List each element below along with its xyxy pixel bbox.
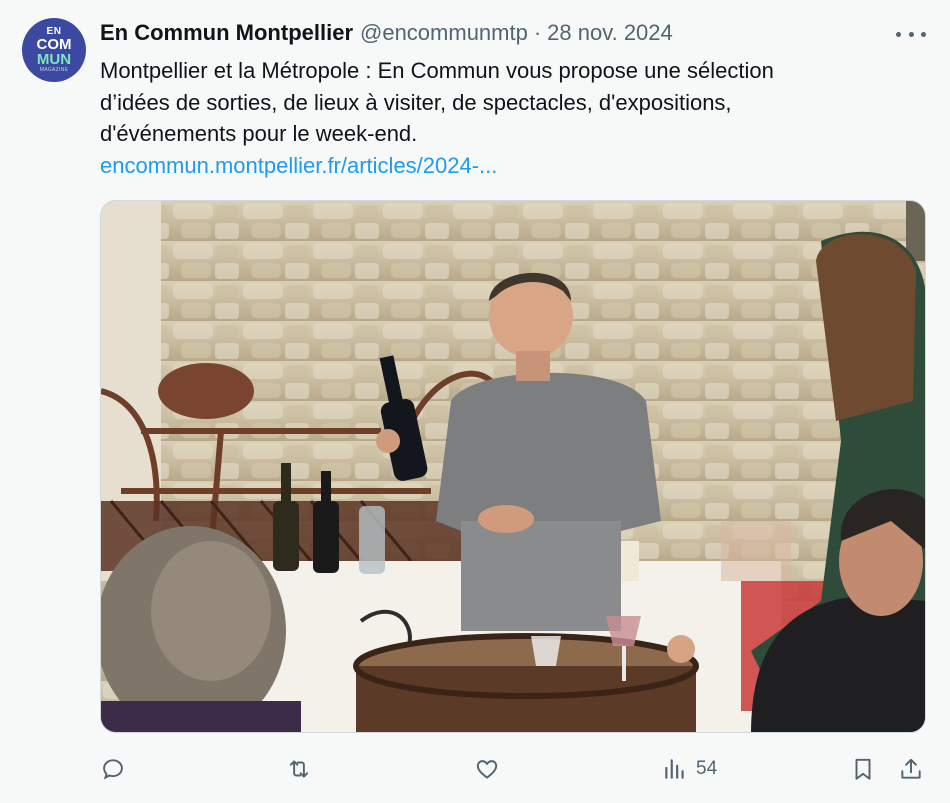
tweet-header: En Commun Montpellier @encommunmtp · 28 … xyxy=(100,20,673,48)
bookmark-button[interactable] xyxy=(850,752,876,786)
tweet-text-line: d'événements pour le week-end. xyxy=(100,121,418,146)
share-button[interactable] xyxy=(898,752,924,786)
views-button[interactable]: 54 xyxy=(662,752,717,786)
bookmark-icon xyxy=(855,758,871,780)
avatar-text-mun: MUN xyxy=(36,51,72,68)
tweet-photo[interactable] xyxy=(100,200,926,733)
share-icon xyxy=(901,758,921,779)
header-separator: · xyxy=(533,20,542,45)
more-options-icon[interactable] xyxy=(896,22,926,46)
more-dot xyxy=(896,31,901,37)
tweet-date[interactable]: 28 nov. 2024 xyxy=(547,20,673,46)
tweet-text-line: d’idées de sorties, de lieux à visiter, … xyxy=(100,89,732,115)
like-button[interactable] xyxy=(474,752,500,786)
article-link[interactable]: encommun.montpellier.fr/articles/2024-..… xyxy=(100,153,497,178)
more-dot xyxy=(921,31,926,37)
photo-wine-tasting-icon xyxy=(101,201,925,732)
tweet-text-line: Montpellier et la Métropole : En Commun … xyxy=(100,58,774,83)
views-chart-icon xyxy=(665,759,684,779)
reply-button[interactable] xyxy=(100,752,126,786)
retweet-button[interactable] xyxy=(286,752,312,786)
avatar-text-com: COM xyxy=(36,36,72,53)
author-name[interactable]: En Commun Montpellier xyxy=(100,20,353,46)
reply-icon xyxy=(103,759,123,780)
tweet-text: Montpellier et la Métropole : En Commun … xyxy=(100,55,920,181)
retweet-icon xyxy=(289,760,309,778)
tweet-card[interactable]: EN COM MUN MAGAZINE En Commun Montpellie… xyxy=(0,0,950,803)
heart-icon xyxy=(476,760,498,779)
author-handle[interactable]: @encommunmtp xyxy=(360,20,528,46)
views-count: 54 xyxy=(696,758,718,779)
avatar[interactable]: EN COM MUN MAGAZINE xyxy=(22,18,86,82)
more-dot xyxy=(908,31,914,37)
action-bar: 54 xyxy=(100,752,930,786)
avatar-text-magazine: MAGAZINE xyxy=(39,67,69,73)
